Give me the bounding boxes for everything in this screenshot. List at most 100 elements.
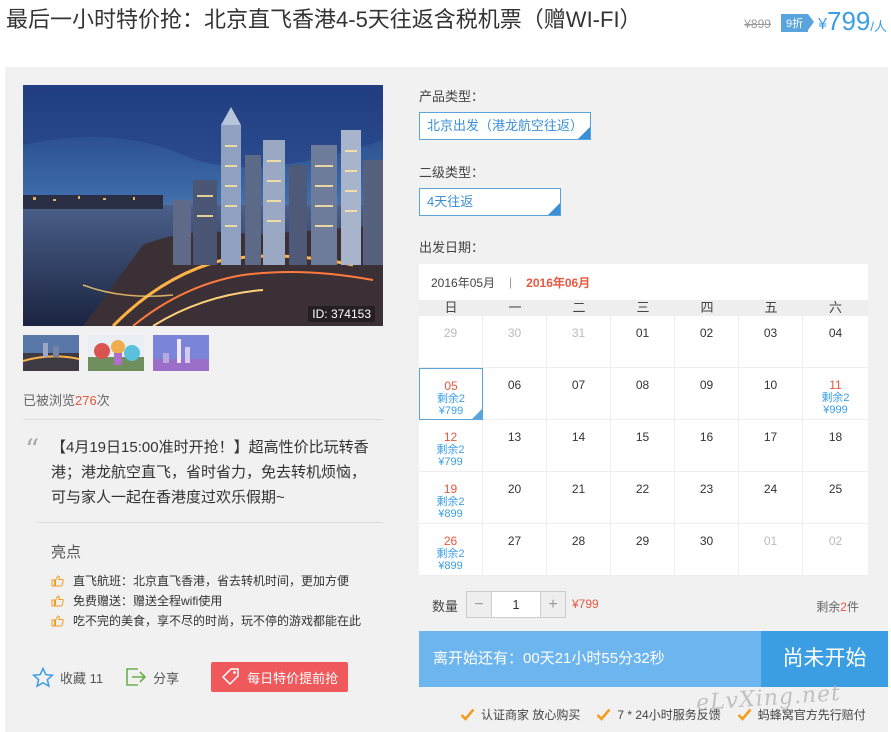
quantity-stepper: − + [466, 591, 566, 618]
highlights-list: 直飞航班：北京直飞香港，省去转机时间，更加方便 免费赠送：赠送全程wifi使用 … [51, 571, 361, 631]
divider [36, 522, 383, 523]
thumbnail-strip [23, 335, 209, 371]
main-product-image[interactable]: ID: 374153 [23, 85, 383, 326]
not-started-button[interactable]: 尚未开始 [761, 631, 888, 687]
day-stock: 剩余2 [436, 444, 465, 456]
calendar-day: 16 [675, 420, 739, 472]
hong-kong-night-image [23, 85, 383, 326]
calendar-day: 01 [739, 524, 803, 576]
divider [23, 419, 383, 420]
month-tab-may[interactable]: 2016年05月 [431, 274, 495, 291]
calendar-day: 09 [675, 368, 739, 420]
currency-symbol: ¥ [818, 15, 827, 33]
thumbnail-3[interactable] [153, 335, 209, 371]
calendar-day: 22 [611, 472, 675, 524]
day-price: ¥799 [438, 405, 464, 417]
day-number: 04 [828, 326, 843, 340]
day-number: 17 [763, 430, 778, 444]
calendar-day: 14 [547, 420, 611, 472]
day-number: 21 [571, 482, 586, 496]
month-tab-june[interactable]: 2016年06月 [526, 274, 590, 291]
calendar-day: 02 [675, 316, 739, 368]
favorite-button[interactable]: 收藏 11 [32, 666, 103, 688]
calendar-day: 18 [803, 420, 868, 472]
original-price: ¥899 [744, 16, 771, 31]
daily-deal-button[interactable]: 每日特价提前抢 [211, 662, 349, 692]
calendar-day-available[interactable]: 11 剩余2 ¥999 [803, 368, 868, 420]
check-icon [596, 708, 611, 721]
day-number: 22 [635, 482, 650, 496]
thumbnail-1[interactable] [23, 335, 79, 371]
calendar-day-available[interactable]: 26 剩余2 ¥899 [419, 524, 483, 576]
departure-date-label: 出发日期： [419, 240, 485, 255]
view-count: 已被浏览276次 [23, 393, 110, 408]
day-number: 10 [763, 378, 778, 392]
product-type-label: 产品类型： [419, 89, 485, 104]
product-type-select[interactable]: 北京出发（港龙航空往返） [419, 112, 591, 140]
calendar-day: 29 [419, 316, 483, 368]
share-button[interactable]: 分享 [125, 667, 179, 687]
quantity-input[interactable] [491, 592, 541, 617]
calendar-day-available[interactable]: 19 剩余2 ¥899 [419, 472, 483, 524]
calendar-day: 02 [803, 524, 868, 576]
calendar-day: 30 [483, 316, 547, 368]
day-number: 12 [443, 430, 458, 444]
day-price: ¥899 [438, 560, 463, 572]
weekday-label: 五 [764, 300, 778, 315]
quantity-plus-button[interactable]: + [541, 592, 565, 617]
day-number: 26 [443, 534, 458, 548]
calendar-day-available[interactable]: 05 剩余2 ¥799 [419, 368, 483, 420]
highlight-item: 直飞航班：北京直飞香港，省去转机时间，更加方便 [51, 571, 361, 591]
quantity-label: 数量 [432, 599, 459, 614]
day-number: 25 [828, 482, 843, 496]
day-number: 31 [571, 326, 586, 340]
day-number: 18 [828, 430, 843, 444]
calendar-day: 27 [483, 524, 547, 576]
weekday-label: 三 [636, 300, 650, 315]
day-number: 09 [699, 378, 714, 392]
calendar-day-available[interactable]: 12 剩余2 ¥799 [419, 420, 483, 472]
calendar-day: 31 [547, 316, 611, 368]
day-stock: 剩余2 [821, 392, 850, 404]
guarantee-item: 认证商家 放心购买 [460, 706, 580, 723]
calendar-day: 08 [611, 368, 675, 420]
day-price: ¥899 [438, 508, 463, 520]
calendar-day: 06 [483, 368, 547, 420]
image-id-label: ID: 374153 [308, 306, 375, 322]
sub-type-label: 二级类型： [419, 165, 485, 180]
calendar-grid: 29 30 31 01 02 03 04 05 剩余2 ¥799 06 07 08 09 10 11 剩余2 ¥9… [419, 316, 868, 576]
day-number: 16 [699, 430, 714, 444]
day-price: ¥799 [438, 456, 463, 468]
calendar-day: 21 [547, 472, 611, 524]
day-stock: 剩余2 [436, 548, 465, 560]
day-number: 27 [507, 534, 522, 548]
calendar-day: 01 [611, 316, 675, 368]
calendar-day: 15 [611, 420, 675, 472]
stock-remaining: 剩余2件 [816, 600, 859, 614]
calendar-day: 13 [483, 420, 547, 472]
calendar-month-tabs: 2016年05月 | 2016年06月 [419, 264, 868, 300]
calendar-day: 23 [675, 472, 739, 524]
discount-badge: 9折 [780, 13, 815, 32]
highlight-item: 吃不完的美食，享不尽的时尚，玩不停的游戏都能在此 [51, 611, 361, 631]
day-number: 11 [829, 378, 842, 392]
calendar-day: 03 [739, 316, 803, 368]
quantity-minus-button[interactable]: − [467, 592, 491, 617]
calendar-day: 04 [803, 316, 868, 368]
thumbnail-2[interactable] [88, 335, 144, 371]
day-number: 06 [507, 378, 522, 392]
day-stock: 剩余2 [436, 496, 465, 508]
day-price: ¥999 [823, 404, 848, 416]
calendar-day: 07 [547, 368, 611, 420]
sub-type-select[interactable]: 4天往返 [419, 188, 561, 216]
countdown-bar: 离开始还有：00天21小时55分32秒 [419, 631, 761, 687]
highlight-item: 免费赠送：赠送全程wifi使用 [51, 591, 361, 611]
calendar-day: 29 [611, 524, 675, 576]
day-number: 01 [635, 326, 650, 340]
quantity-price: ¥799 [572, 597, 599, 611]
calendar-day: 28 [547, 524, 611, 576]
departure-calendar: 2016年05月 | 2016年06月 日 一 二 三 四 五 六 29 30 31 01 02 03… [419, 264, 868, 576]
calendar-day: 24 [739, 472, 803, 524]
quote-icon: “ [25, 433, 40, 466]
weekday-label: 四 [700, 300, 714, 315]
